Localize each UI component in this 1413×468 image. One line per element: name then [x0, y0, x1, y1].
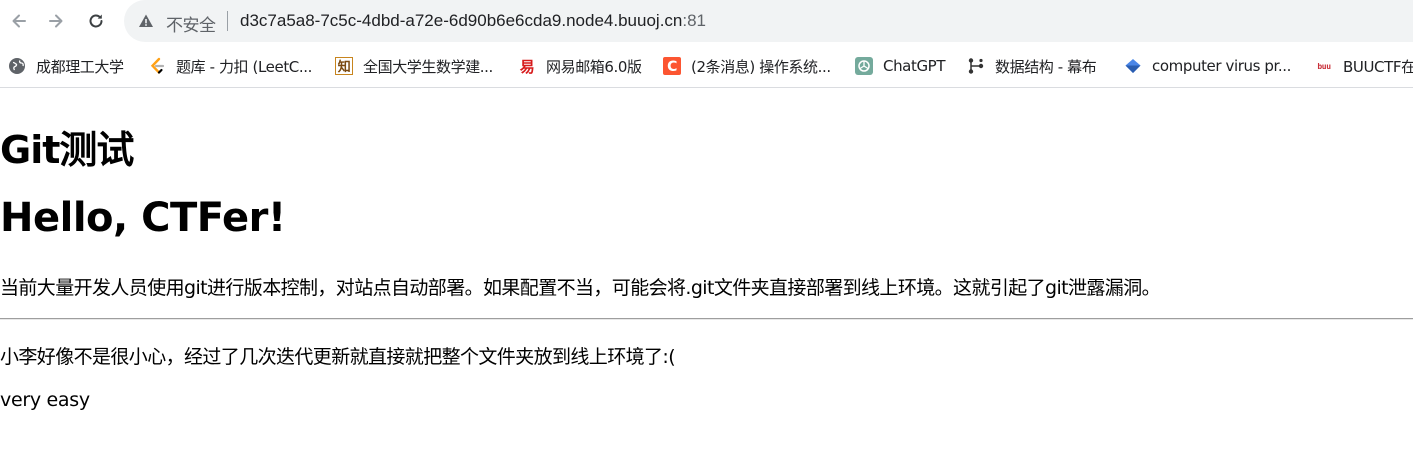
mubu-icon — [967, 57, 985, 75]
svg-text:易: 易 — [520, 58, 535, 75]
divider — [0, 318, 1413, 320]
bookmark-label: computer virus pr... — [1152, 57, 1292, 75]
svg-text:知: 知 — [338, 59, 351, 75]
note-text: 小李好像不是很小心，经过了几次迭代更新就直接就把整个文件夹放到线上环境了:( — [0, 346, 676, 368]
csdn-icon: C — [663, 57, 681, 75]
buuctf-icon: buu — [1315, 57, 1333, 75]
browser-toolbar: 不安全 d3c7a5a8-7c5c-4dbd-a72e-6d90b6e6cda9… — [0, 0, 1413, 44]
svg-text:C: C — [667, 59, 677, 75]
bookmark-chengdu-univ[interactable]: 成都理工大学 — [8, 44, 124, 88]
description-text: 当前大量开发人员使用git进行版本控制，对站点自动部署。如果配置不当，可能会将.… — [0, 277, 1161, 299]
back-button[interactable] — [2, 4, 36, 38]
reload-button[interactable] — [79, 4, 113, 38]
bookmark-label: 全国大学生数学建... — [363, 57, 493, 76]
arrow-right-icon — [49, 14, 63, 28]
zhi-icon: 知 — [335, 57, 353, 75]
bookmark-label: 网易邮箱6.0版 — [546, 57, 642, 76]
bookmark-label: 数据结构 - 幕布 — [995, 57, 1097, 76]
bookmark-label: ChatGPT — [883, 57, 946, 75]
svg-text:buu: buu — [1317, 62, 1331, 71]
forward-button[interactable] — [39, 4, 73, 38]
bookmark-buuctf[interactable]: buu BUUCTF在 — [1315, 44, 1413, 88]
bookmark-label: 成都理工大学 — [36, 57, 124, 76]
diamond-icon — [1124, 57, 1142, 75]
bookmark-label: (2条消息) 操作系统... — [691, 57, 831, 76]
chatgpt-icon — [855, 57, 873, 75]
netease-mail-icon: 易 — [518, 57, 536, 75]
warning-icon[interactable] — [138, 13, 154, 29]
url-text[interactable]: d3c7a5a8-7c5c-4dbd-a72e-6d90b6e6cda9.nod… — [240, 11, 706, 31]
page-title-git: Git测试 — [0, 128, 134, 172]
bookmark-label: BUUCTF在 — [1343, 57, 1413, 76]
bookmark-netease-mail[interactable]: 易 网易邮箱6.0版 — [518, 44, 642, 88]
url-port: :81 — [682, 11, 707, 30]
reload-icon — [89, 14, 103, 28]
page-title-hello: Hello, CTFer! — [0, 195, 286, 241]
security-label[interactable]: 不安全 — [166, 11, 216, 36]
arrow-left-icon — [12, 14, 26, 28]
hint-text: very easy — [0, 389, 90, 411]
bookmarks-bar: 成都理工大学 题库 - 力扣 (LeetC... 知 全国大学生数学建... 易… — [0, 44, 1413, 88]
leetcode-icon — [148, 57, 166, 75]
bookmark-label: 题库 - 力扣 (LeetC... — [176, 57, 312, 76]
bookmark-mubu[interactable]: 数据结构 - 幕布 — [967, 44, 1097, 88]
bookmark-csdn[interactable]: C (2条消息) 操作系统... — [663, 44, 831, 88]
bookmark-math-modeling[interactable]: 知 全国大学生数学建... — [335, 44, 493, 88]
bookmark-computer-virus[interactable]: computer virus pr... — [1124, 44, 1291, 88]
address-bar[interactable]: 不安全 d3c7a5a8-7c5c-4dbd-a72e-6d90b6e6cda9… — [124, 0, 1413, 42]
url-host: d3c7a5a8-7c5c-4dbd-a72e-6d90b6e6cda9.nod… — [240, 11, 683, 30]
globe-icon — [8, 57, 26, 75]
omnibox-separator — [227, 11, 228, 31]
bookmark-chatgpt[interactable]: ChatGPT — [855, 44, 945, 88]
bookmark-leetcode[interactable]: 题库 - 力扣 (LeetC... — [148, 44, 312, 88]
